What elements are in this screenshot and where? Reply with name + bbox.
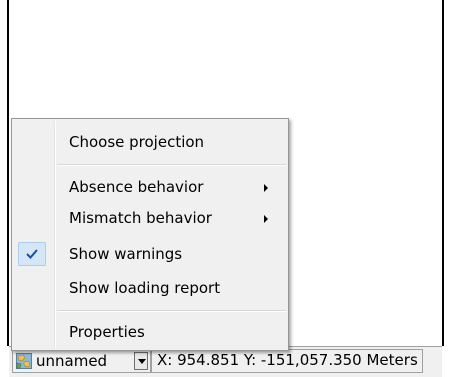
projection-panel[interactable]: unnamed: [12, 349, 151, 373]
menu-item-label: Show warnings: [69, 245, 183, 263]
checkmark-icon: [26, 249, 38, 259]
map-window: unnamed X: 954.851 Y: -151,057.350 Meter…: [0, 0, 457, 377]
globe-icon: [16, 353, 32, 369]
menu-item-choose-projection[interactable]: Choose projection: [14, 130, 286, 156]
menu-item-absence-behavior[interactable]: Absence behavior: [14, 175, 286, 201]
coordinate-readout-panel: X: 954.851 Y: -151,057.350 Meters: [151, 349, 423, 373]
menu-separator: [57, 310, 286, 312]
context-menu: Choose projection Absence behavior Misma…: [11, 118, 289, 351]
menu-item-label: Show loading report: [69, 279, 221, 297]
menu-item-mismatch-behavior[interactable]: Mismatch behavior: [14, 206, 286, 232]
projection-name: unnamed: [36, 352, 108, 370]
menu-item-show-warnings[interactable]: Show warnings: [14, 242, 286, 268]
menu-item-properties[interactable]: Properties: [14, 320, 286, 346]
coordinate-readout: X: 954.851 Y: -151,057.350 Meters: [157, 351, 418, 369]
submenu-arrow-icon: [264, 184, 268, 192]
submenu-arrow-icon: [264, 215, 268, 223]
map-frame-right-border: [442, 0, 444, 346]
checkmark-indicator: [18, 242, 46, 266]
projection-dropdown-button[interactable]: [134, 352, 148, 370]
menu-item-label: Mismatch behavior: [69, 209, 212, 227]
chevron-down-icon: [138, 359, 146, 364]
menu-item-label: Properties: [69, 323, 145, 341]
menu-separator: [57, 164, 286, 166]
menu-item-label: Absence behavior: [69, 178, 204, 196]
menu-item-show-loading-report[interactable]: Show loading report: [14, 276, 286, 302]
menu-item-label: Choose projection: [69, 133, 205, 151]
